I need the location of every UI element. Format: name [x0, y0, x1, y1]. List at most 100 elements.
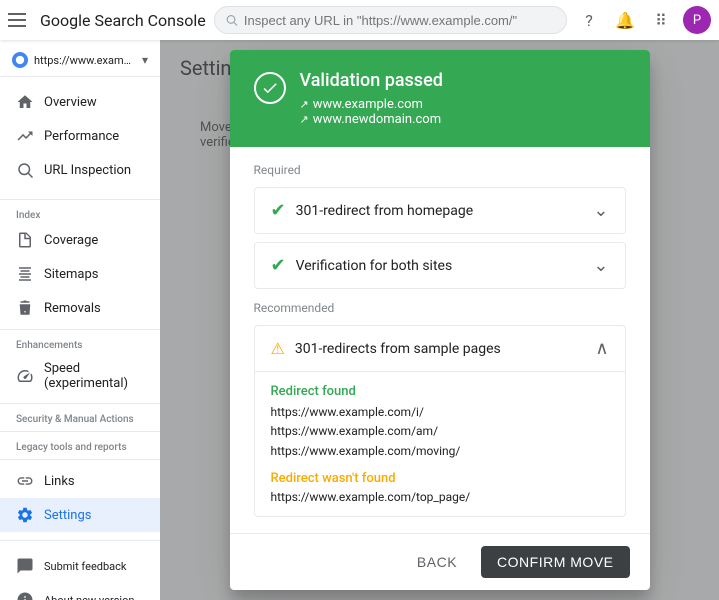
- top-header: Google Search Console ? 🔔 ⠿ P: [0, 0, 719, 40]
- recommended-item-text: 301-redirects from sample pages: [295, 341, 501, 357]
- sidebar-label-links: Links: [44, 474, 75, 489]
- domain1-icon: ↗: [300, 98, 309, 111]
- divider-2: [0, 329, 160, 330]
- site-selector[interactable]: https://www.example.com/ ▾: [0, 44, 160, 77]
- url-inspect-icon: [16, 161, 34, 179]
- back-button[interactable]: BACK: [401, 546, 473, 578]
- domain2-icon: ↗: [300, 113, 309, 126]
- expanded-header[interactable]: ⚠ 301-redirects from sample pages ∧: [255, 326, 625, 371]
- search-bar[interactable]: [214, 6, 567, 34]
- redirect-found-label: Redirect found: [271, 384, 609, 399]
- check-icon: [261, 79, 279, 97]
- trending-icon: [16, 127, 34, 145]
- green-check-0: ✔: [271, 200, 286, 221]
- sidebar-item-removals[interactable]: Removals: [0, 291, 160, 325]
- required-label: Required: [254, 163, 626, 177]
- nav-section-main: Overview Performance URL Inspection: [0, 77, 160, 195]
- feedback-icon: [16, 557, 34, 575]
- apps-icon[interactable]: ⠿: [647, 6, 675, 34]
- green-check-1: ✔: [271, 255, 286, 276]
- index-section-label: Index: [0, 204, 160, 223]
- check-item-verification[interactable]: ✔ Verification for both sites ⌄: [254, 242, 626, 289]
- modal: Validation passed ↗ www.example.com ↗ ww…: [230, 50, 650, 590]
- divider-5: [0, 459, 160, 460]
- links-icon: [16, 472, 34, 490]
- settings-icon: [16, 506, 34, 524]
- modal-title: Validation passed: [300, 70, 443, 91]
- expanded-header-left: ⚠ 301-redirects from sample pages: [271, 339, 501, 358]
- modal-header: Validation passed ↗ www.example.com ↗ ww…: [230, 50, 650, 147]
- sidebar-label-url-inspection: URL Inspection: [44, 163, 131, 178]
- recommended-section: Recommended ⚠ 301-redirects from sample …: [254, 301, 626, 517]
- enhancements-label: Enhancements: [0, 334, 160, 353]
- chevron-down-icon-1: ⌄: [593, 255, 608, 276]
- speed-icon: [16, 367, 34, 385]
- confirm-move-button[interactable]: CONFIRM MOVE: [481, 546, 629, 578]
- info-icon: [16, 591, 34, 600]
- main-content: Settings Change of Address Move your sit…: [160, 40, 719, 600]
- home-icon: [16, 93, 34, 111]
- redirect-not-found-label: Redirect wasn't found: [271, 471, 609, 486]
- sidebar-item-submit-feedback[interactable]: Submit feedback: [0, 549, 160, 583]
- recommended-label: Recommended: [254, 301, 626, 315]
- check-item-text-1: Verification for both sites: [296, 258, 453, 274]
- check-item-redirect[interactable]: ✔ 301-redirect from homepage ⌄: [254, 187, 626, 234]
- sidebar-label-overview: Overview: [44, 95, 97, 110]
- hamburger-icon[interactable]: [8, 8, 32, 32]
- main-layout: https://www.example.com/ ▾ Overview Perf…: [0, 40, 719, 600]
- modal-domain1: www.example.com: [313, 97, 423, 112]
- divider-3: [0, 403, 160, 404]
- legacy-label: Legacy tools and reports: [0, 436, 160, 455]
- redirect-not-found-url-0: https://www.example.com/top_page/: [271, 490, 609, 504]
- sidebar-label-settings: Settings: [44, 508, 91, 523]
- redirect-found-url-2: https://www.example.com/moving/: [271, 442, 609, 461]
- chevron-down-icon-0: ⌄: [593, 200, 608, 221]
- sidebar-item-sitemaps[interactable]: Sitemaps: [0, 257, 160, 291]
- sidebar-item-links[interactable]: Links: [0, 464, 160, 498]
- help-icon[interactable]: ?: [575, 6, 603, 34]
- sidebar-item-overview[interactable]: Overview: [0, 85, 160, 119]
- sidebar-label-about-new: About new version: [44, 594, 134, 600]
- app-title: Google Search Console: [40, 11, 206, 30]
- sidebar-label-coverage: Coverage: [44, 233, 98, 248]
- sidebar-item-about-new[interactable]: About new version: [0, 583, 160, 600]
- sidebar-item-performance[interactable]: Performance: [0, 119, 160, 153]
- divider-1: [0, 199, 160, 200]
- notification-icon[interactable]: 🔔: [611, 6, 639, 34]
- redirect-found-url-1: https://www.example.com/am/: [271, 422, 609, 441]
- sidebar-label-submit-feedback: Submit feedback: [44, 560, 126, 573]
- sidebar-item-coverage[interactable]: Coverage: [0, 223, 160, 257]
- sidebar-label-speed: Speed (experimental): [44, 361, 144, 391]
- search-icon: [225, 13, 238, 27]
- check-item-left-1: ✔ Verification for both sites: [271, 255, 453, 276]
- modal-header-text: Validation passed ↗ www.example.com ↗ ww…: [300, 70, 443, 127]
- modal-domains: ↗ www.example.com ↗ www.newdomain.com: [300, 97, 443, 127]
- site-url: https://www.example.com/: [34, 54, 136, 67]
- sidebar-item-url-inspection[interactable]: URL Inspection: [0, 153, 160, 187]
- avatar[interactable]: P: [683, 6, 711, 34]
- sidebar-item-settings[interactable]: Settings: [0, 498, 160, 532]
- validation-check-circle: [254, 72, 286, 104]
- site-icon: [12, 52, 28, 68]
- divider-4: [0, 431, 160, 432]
- modal-domain2: www.newdomain.com: [313, 112, 441, 127]
- chevron-up-icon: ∧: [595, 338, 608, 359]
- modal-footer: BACK CONFIRM MOVE: [230, 533, 650, 590]
- expanded-item: ⚠ 301-redirects from sample pages ∧ Redi…: [254, 325, 626, 517]
- header-icons: ? 🔔 ⠿ P: [575, 6, 711, 34]
- sidebar-label-removals: Removals: [44, 301, 101, 316]
- expanded-body: Redirect found https://www.example.com/i…: [255, 371, 625, 516]
- coverage-icon: [16, 231, 34, 249]
- sidebar-label-performance: Performance: [44, 129, 119, 144]
- removals-icon: [16, 299, 34, 317]
- modal-body: Required ✔ 301-redirect from homepage ⌄ …: [230, 147, 650, 533]
- site-dropdown-icon: ▾: [142, 53, 148, 67]
- sitemaps-icon: [16, 265, 34, 283]
- sidebar-item-speed[interactable]: Speed (experimental): [0, 353, 160, 399]
- search-input[interactable]: [244, 13, 556, 28]
- security-label: Security & Manual Actions: [0, 408, 160, 427]
- check-item-left-0: ✔ 301-redirect from homepage: [271, 200, 474, 221]
- overlay: Validation passed ↗ www.example.com ↗ ww…: [160, 40, 719, 600]
- warning-icon: ⚠: [271, 339, 285, 358]
- redirect-found-url-0: https://www.example.com/i/: [271, 403, 609, 422]
